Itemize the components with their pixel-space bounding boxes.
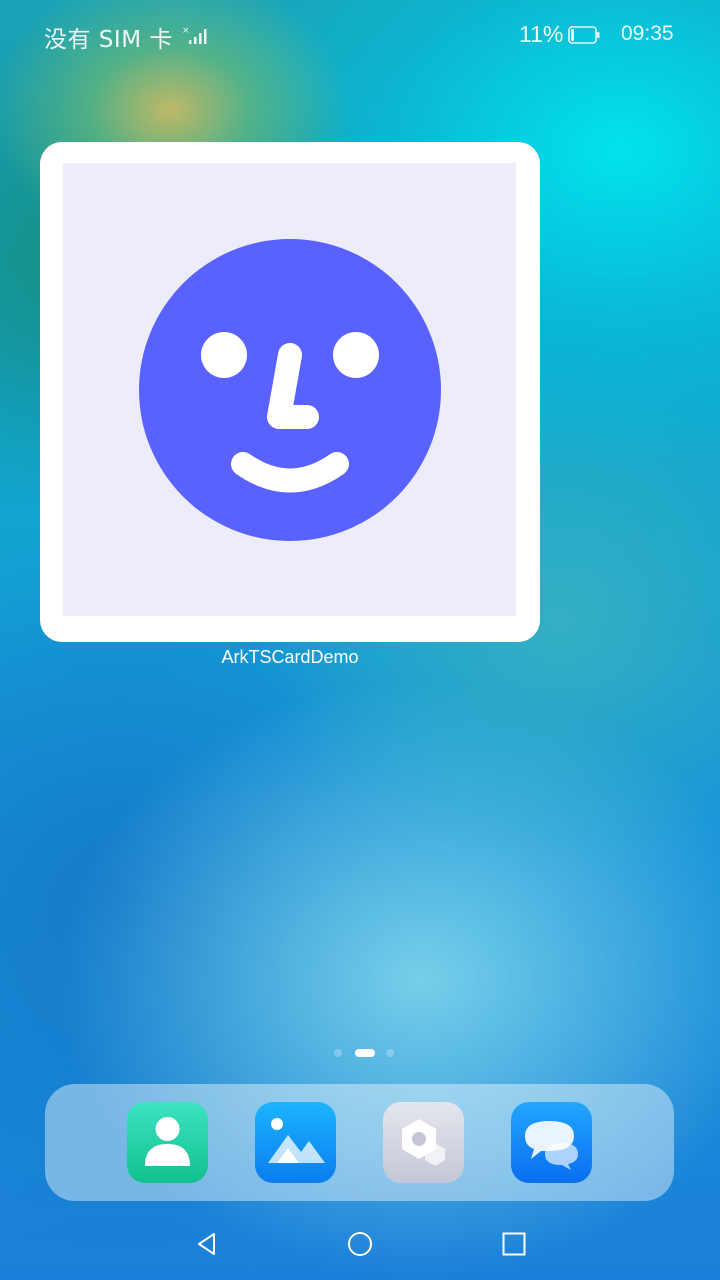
- battery-percent: 11%: [519, 21, 564, 47]
- home-icon[interactable]: [346, 1230, 374, 1258]
- page-dot[interactable]: [386, 1049, 394, 1057]
- clock: 09:35: [621, 22, 674, 45]
- page-dot-active[interactable]: [355, 1049, 375, 1057]
- navigation-bar: [0, 1218, 720, 1270]
- signal-icon: ×: [182, 25, 210, 45]
- carrier-text: 没有 SIM 卡: [44, 27, 173, 53]
- gallery-app-icon[interactable]: [255, 1102, 336, 1183]
- contacts-app-icon[interactable]: [127, 1102, 208, 1183]
- settings-app-icon[interactable]: [383, 1102, 464, 1183]
- recents-icon[interactable]: [500, 1230, 528, 1258]
- svg-text:×: ×: [182, 26, 190, 36]
- widget-label: ArkTSCardDemo: [221, 647, 359, 667]
- battery-icon: [568, 26, 600, 44]
- app-dock: [45, 1084, 674, 1201]
- widget-canvas: [63, 163, 516, 616]
- home-screen: 没有 SIM 卡 × 11% 09:35 ArkTSCardDemo: [0, 0, 720, 1280]
- page-dot[interactable]: [334, 1049, 342, 1057]
- back-icon[interactable]: [193, 1230, 221, 1258]
- smiley-face-icon: [139, 239, 441, 541]
- arkts-card-widget[interactable]: [40, 142, 540, 642]
- status-bar: 没有 SIM 卡 × 11% 09:35: [0, 0, 720, 70]
- page-indicator: [0, 1049, 720, 1059]
- messages-app-icon[interactable]: [511, 1102, 592, 1183]
